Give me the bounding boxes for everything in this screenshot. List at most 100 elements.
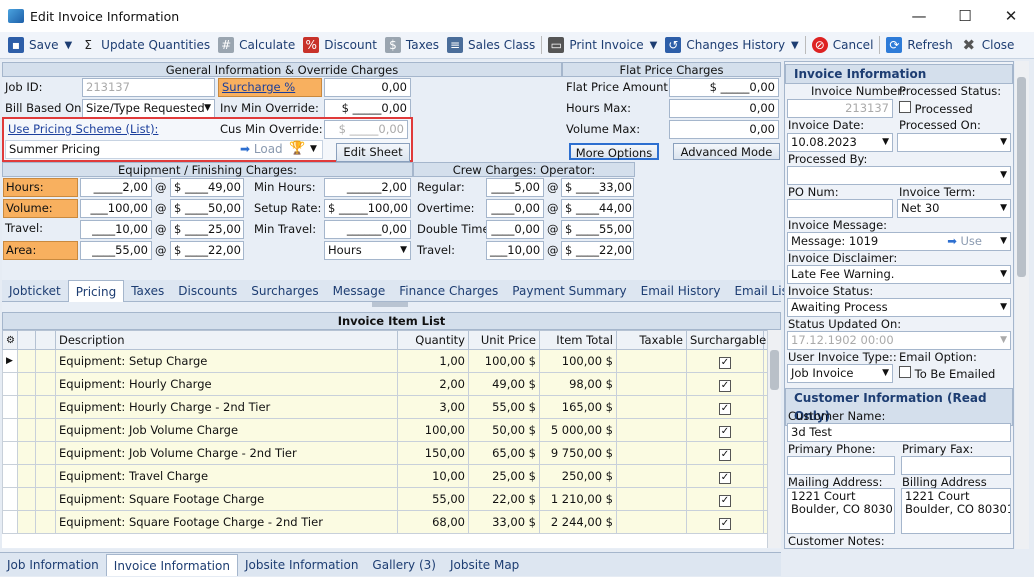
description-cell[interactable]: Equipment: Job Volume Charge - 2nd Tier: [55, 441, 398, 465]
description-cell[interactable]: Equipment: Square Footage Charge - 2nd T…: [55, 510, 398, 534]
equipment-qty-field[interactable]: ____55,00: [80, 241, 152, 260]
row-indicator[interactable]: [2, 418, 18, 442]
processed-on-field[interactable]: ▼: [897, 133, 1011, 152]
crew-qty-field[interactable]: ____5,00: [486, 178, 544, 197]
description-cell[interactable]: Equipment: Setup Charge: [55, 349, 398, 373]
row-indicator[interactable]: [2, 487, 18, 511]
refresh-button[interactable]: ⟳ Refresh: [882, 33, 956, 57]
equipment-rate-field[interactable]: $ ____22,00: [170, 241, 244, 260]
description-cell[interactable]: Equipment: Travel Charge: [55, 464, 398, 488]
quantity-cell[interactable]: 3,00: [397, 395, 469, 419]
unit-price-cell[interactable]: 65,00 $: [468, 441, 540, 465]
bottom-tab-jobsite-information[interactable]: Jobsite Information: [238, 554, 365, 576]
description-cell[interactable]: Equipment: Hourly Charge: [55, 372, 398, 396]
right-scroll-thumb[interactable]: [1017, 77, 1026, 277]
chevron-down-icon[interactable]: ▼: [791, 40, 799, 51]
taxable-cell[interactable]: [616, 510, 687, 534]
tab-message[interactable]: Message: [326, 280, 393, 302]
chevron-down-icon[interactable]: ▼: [310, 144, 317, 154]
equipment-rate-field[interactable]: $ ____50,00: [170, 199, 244, 218]
surchargable-cell[interactable]: ✓: [686, 464, 764, 488]
advanced-mode-button[interactable]: Advanced Mode: [673, 143, 780, 160]
table-row[interactable]: Equipment: Hourly Charge - 2nd Tier 3,00…: [2, 395, 768, 419]
maximize-button[interactable]: ☐: [942, 0, 988, 32]
bottom-tab-job-information[interactable]: Job Information: [0, 554, 106, 576]
more-options-button[interactable]: More Options: [569, 143, 659, 160]
crew-rate-field[interactable]: $ ____33,00: [561, 178, 634, 197]
crew-qty-field[interactable]: ____0,00: [486, 199, 544, 218]
table-row[interactable]: Equipment: Hourly Charge 2,00 49,00 $ 98…: [2, 372, 768, 396]
quantity-cell[interactable]: 150,00: [397, 441, 469, 465]
po-num-field[interactable]: [787, 199, 893, 218]
flat-price-amount-field[interactable]: $ _____0,00: [669, 78, 779, 97]
update-quantities-button[interactable]: Σ Update Quantities: [76, 33, 214, 57]
unit-price-cell[interactable]: 100,00 $: [468, 349, 540, 373]
unit-price-cell[interactable]: 25,00 $: [468, 464, 540, 488]
chevron-down-icon[interactable]: ▼: [64, 40, 72, 51]
edit-sheet-button[interactable]: Edit Sheet: [336, 143, 410, 162]
table-row[interactable]: Equipment: Square Footage Charge 55,00 2…: [2, 487, 768, 511]
invoice-term-select[interactable]: Net 30 ▼: [897, 199, 1011, 218]
tab-surcharges[interactable]: Surcharges: [244, 280, 325, 302]
to-be-emailed-checkbox[interactable]: To Be Emailed: [899, 366, 995, 381]
close-button[interactable]: ✖ Close: [957, 33, 1019, 57]
right-panel-scrollbar[interactable]: [1015, 61, 1029, 549]
surchargable-cell[interactable]: ✓: [686, 487, 764, 511]
taxable-cell[interactable]: [616, 418, 687, 442]
description-cell[interactable]: Equipment: Hourly Charge - 2nd Tier: [55, 395, 398, 419]
surchargable-cell[interactable]: ✓: [686, 418, 764, 442]
taxable-cell[interactable]: [616, 441, 687, 465]
volume-max-field[interactable]: 0,00: [669, 120, 779, 139]
surchargable-cell[interactable]: ✓: [686, 395, 764, 419]
unit-price-cell[interactable]: 22,00 $: [468, 487, 540, 511]
quantity-cell[interactable]: 2,00: [397, 372, 469, 396]
discount-button[interactable]: % Discount: [299, 33, 381, 57]
crew-qty-field[interactable]: ___10,00: [486, 241, 544, 260]
crew-rate-field[interactable]: $ ____44,00: [561, 199, 634, 218]
table-row[interactable]: Equipment: Job Volume Charge - 2nd Tier …: [2, 441, 768, 465]
quantity-cell[interactable]: 55,00: [397, 487, 469, 511]
table-row[interactable]: Equipment: Travel Charge 10,00 25,00 $ 2…: [2, 464, 768, 488]
bill-based-select[interactable]: Size/Type Requested ▼: [82, 99, 215, 118]
taxable-cell[interactable]: [616, 487, 687, 511]
column-header[interactable]: Quantity: [397, 330, 469, 350]
unit-price-cell[interactable]: 33,00 $: [468, 510, 540, 534]
splitter-handle[interactable]: [372, 302, 408, 307]
taxable-cell[interactable]: [616, 395, 687, 419]
unit-select[interactable]: Hours ▼: [324, 241, 411, 260]
grid-settings-icon[interactable]: ⚙: [2, 330, 18, 350]
unit-price-cell[interactable]: 55,00 $: [468, 395, 540, 419]
surchargable-cell[interactable]: ✓: [686, 510, 764, 534]
taxable-cell[interactable]: [616, 372, 687, 396]
status-updated-field[interactable]: 17.12.1902 00:00 ▼: [787, 331, 1011, 350]
description-cell[interactable]: Equipment: Square Footage Charge: [55, 487, 398, 511]
user-type-select[interactable]: Job Invoice ▼: [787, 364, 893, 383]
processed-checkbox[interactable]: Processed: [899, 101, 973, 116]
trophy-icon[interactable]: 🏆: [289, 141, 305, 156]
invoice-disclaimer-field[interactable]: Late Fee Warning. ▼: [787, 265, 1011, 284]
equipment-limit-field[interactable]: ______0,00: [324, 220, 411, 239]
cus-min-field[interactable]: $ _____0,00: [324, 120, 408, 139]
quantity-cell[interactable]: 100,00: [397, 418, 469, 442]
invoice-message-field[interactable]: Message: 1019 ➡ Use ▼: [787, 232, 1011, 251]
column-header[interactable]: Item Total: [539, 330, 617, 350]
job-id-field[interactable]: 213137: [82, 78, 215, 97]
close-window-button[interactable]: ✕: [988, 0, 1034, 32]
surchargable-cell[interactable]: ✓: [686, 372, 764, 396]
bottom-tab-invoice-information[interactable]: Invoice Information: [105, 553, 238, 576]
bottom-tab-jobsite-map[interactable]: Jobsite Map: [443, 554, 526, 576]
quantity-cell[interactable]: 10,00: [397, 464, 469, 488]
column-header[interactable]: Unit Price: [468, 330, 540, 350]
crew-rate-field[interactable]: $ ____55,00: [561, 220, 634, 239]
invoice-number-field[interactable]: 213137: [787, 99, 893, 118]
taxable-cell[interactable]: [616, 349, 687, 373]
equipment-qty-field[interactable]: ____10,00: [80, 220, 152, 239]
tab-finance-charges[interactable]: Finance Charges: [392, 280, 505, 302]
tab-jobticket[interactable]: Jobticket: [2, 280, 68, 302]
surcharge-field[interactable]: 0,00: [324, 78, 411, 97]
processed-by-field[interactable]: ▼: [787, 166, 1011, 185]
crew-rate-field[interactable]: $ ____22,00: [561, 241, 634, 260]
row-indicator[interactable]: [2, 441, 18, 465]
taxable-cell[interactable]: [616, 464, 687, 488]
crew-qty-field[interactable]: ____0,00: [486, 220, 544, 239]
